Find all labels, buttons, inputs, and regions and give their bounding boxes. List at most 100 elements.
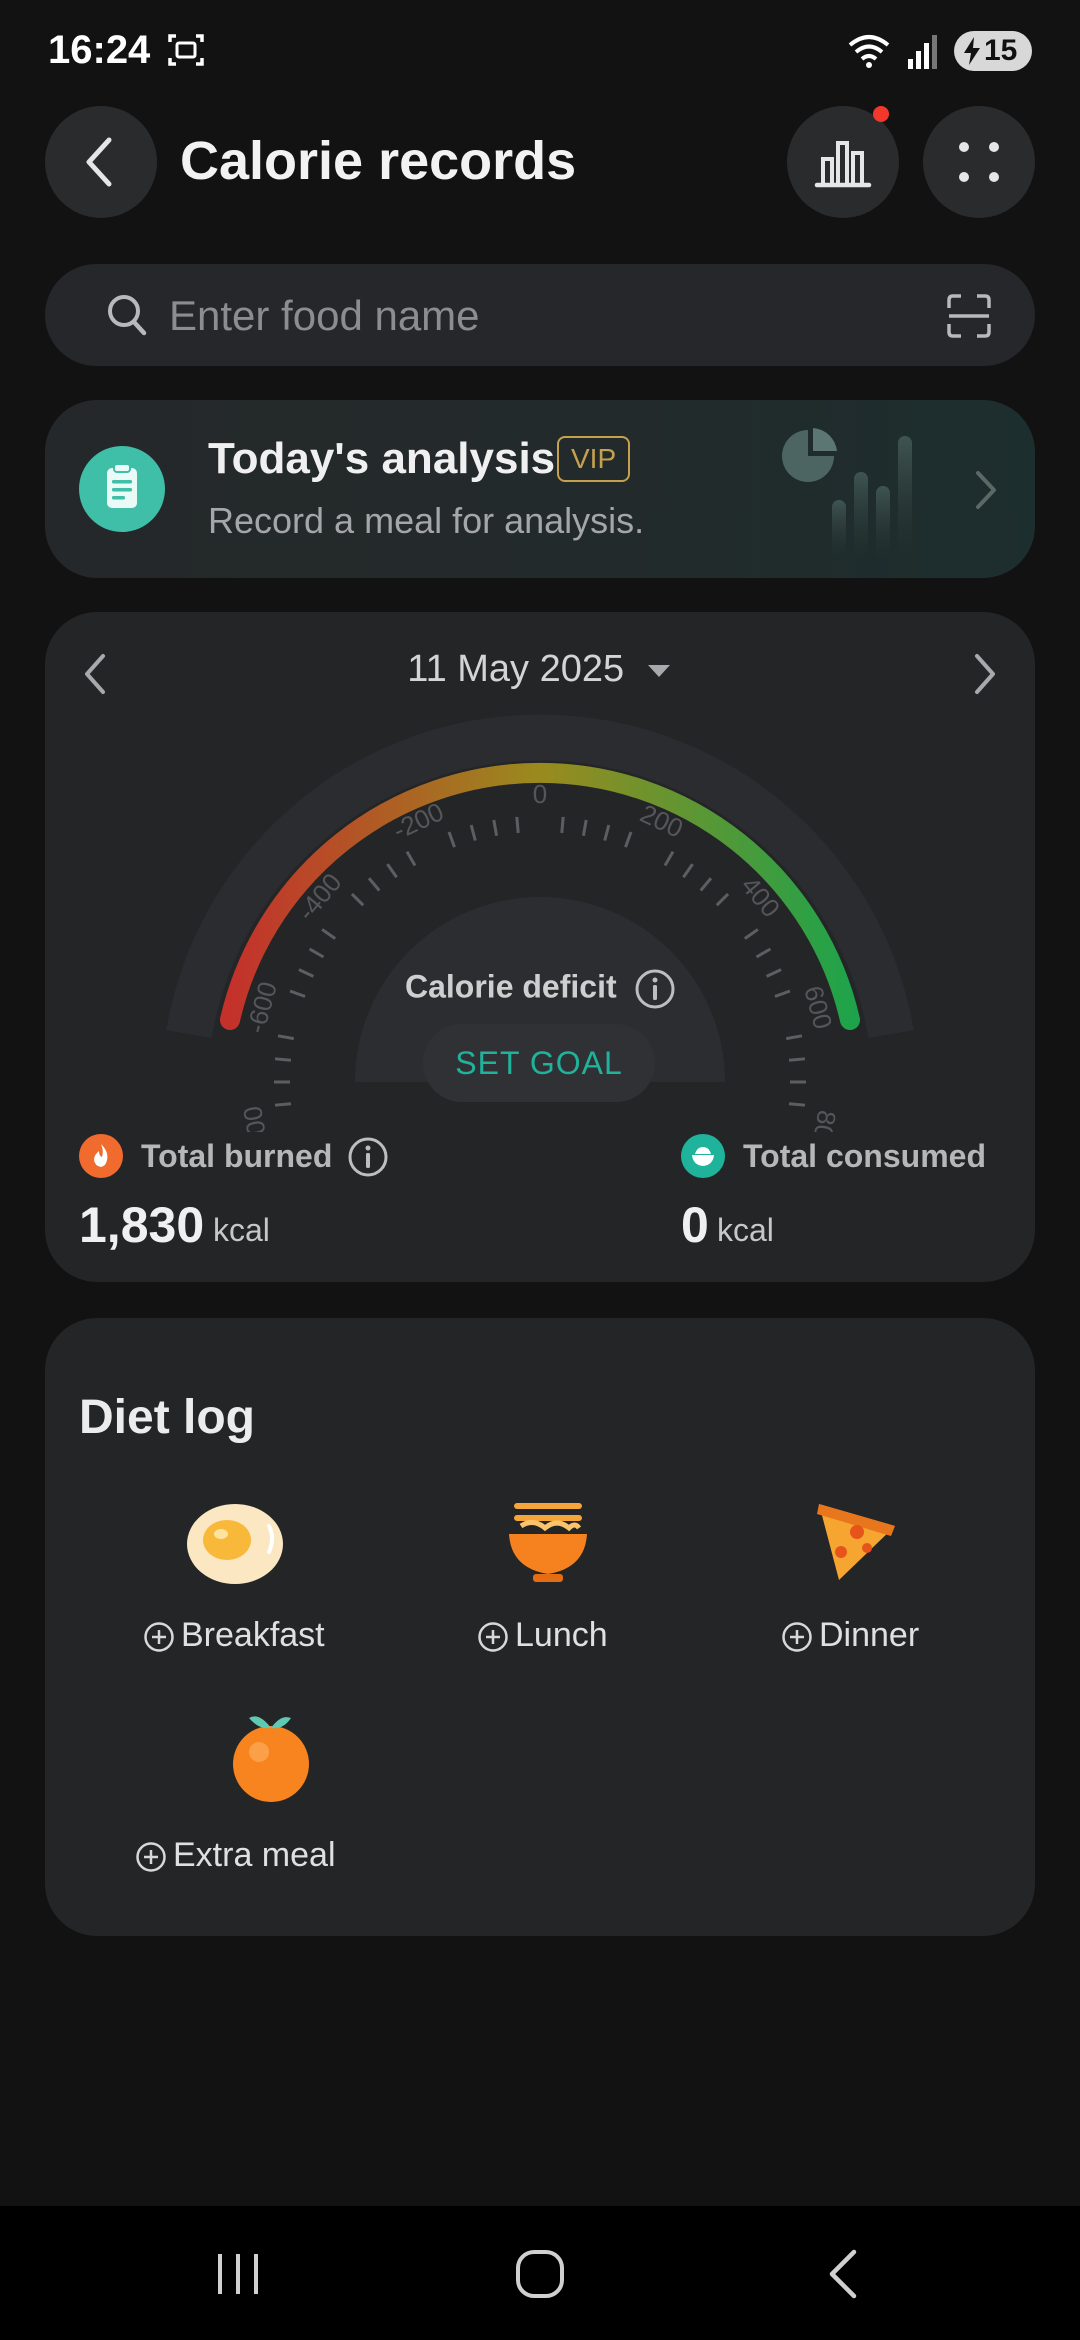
charging-icon: [964, 37, 980, 65]
meal-extra-text: Extra meal: [173, 1836, 336, 1874]
gauge-tick: [663, 850, 675, 867]
total-burned-text: Total burned: [141, 1138, 333, 1174]
orange-icon: [233, 1716, 309, 1802]
total-burned-value: 1,830: [79, 1197, 205, 1253]
system-nav-bar: [0, 2206, 1080, 2340]
vip-badge: VIP: [557, 436, 631, 482]
gauge-tick: [603, 824, 611, 841]
home-button[interactable]: [514, 2248, 566, 2300]
flame-icon: [79, 1134, 123, 1178]
gauge-tick: [788, 1102, 806, 1107]
screenshot-icon: [168, 34, 204, 66]
gauge-tick: [321, 928, 337, 940]
chevron-right-icon: [976, 471, 996, 509]
add-circle-icon: [136, 1842, 166, 1872]
meal-dinner-text: Dinner: [819, 1616, 920, 1654]
gauge-tick: [765, 968, 782, 978]
pizza-icon: [817, 1504, 895, 1580]
egg-icon: [187, 1504, 283, 1584]
gauge-tick-label: 0: [533, 779, 547, 809]
gauge-tick: [581, 819, 588, 837]
gauge-tick: [469, 824, 477, 841]
status-icons: 15: [846, 30, 1032, 72]
gauge-tick-label: -800: [237, 1104, 276, 1132]
meal-extra-label: Extra meal: [135, 1836, 336, 1875]
add-circle-icon: [478, 1622, 508, 1652]
gauge-tick: [274, 1057, 292, 1062]
gauge-tick: [289, 989, 306, 998]
gauge-tick: [367, 877, 381, 892]
analysis-illustration-icon: [782, 428, 912, 558]
page-title: Calorie records: [180, 131, 577, 191]
gauge-tick: [788, 1057, 806, 1062]
info-icon[interactable]: [347, 1136, 389, 1178]
gauge-tick: [682, 863, 694, 879]
gauge-tick: [277, 1034, 295, 1041]
gauge-tick: [405, 850, 417, 867]
battery-level: 15: [984, 34, 1018, 67]
noodle-bowl-icon: [509, 1503, 587, 1582]
gauge-tick: [699, 877, 713, 892]
gauge-tick: [774, 989, 791, 998]
gauge-tick: [274, 1102, 292, 1107]
meal-breakfast-text: Breakfast: [181, 1616, 325, 1654]
total-burned-unit: kcal: [213, 1212, 270, 1248]
gauge-tick: [624, 831, 633, 848]
chevron-left-icon: [86, 137, 112, 187]
calorie-deficit-label: Calorie deficit: [405, 968, 676, 1010]
meal-lunch[interactable]: Lunch: [477, 1496, 657, 1666]
gauge-tick: [743, 928, 759, 940]
back-button[interactable]: [45, 106, 157, 218]
meal-lunch-text: Lunch: [515, 1616, 608, 1654]
gauge-tick: [785, 1034, 803, 1041]
nav-back-button[interactable]: [824, 2248, 860, 2300]
recent-apps-button[interactable]: [214, 2250, 262, 2298]
battery-indicator: 15: [954, 31, 1032, 71]
gauge-tick: [715, 892, 730, 907]
meal-dinner[interactable]: Dinner: [781, 1496, 971, 1666]
analysis-title: Today's analysis: [208, 434, 556, 483]
gauge-tick: [560, 816, 565, 834]
calorie-gauge-card: 11 May 2025 -800-600-400-200020040060080…: [45, 612, 1035, 1282]
set-goal-button[interactable]: SET GOAL: [423, 1024, 655, 1102]
more-options-button[interactable]: [923, 106, 1035, 218]
gauge-tick: [308, 947, 325, 959]
search-input[interactable]: Enter food name: [169, 292, 480, 340]
diet-log-title: Diet log: [79, 1391, 255, 1444]
gauge-tick: [492, 819, 499, 837]
gauge-tick: [515, 816, 520, 834]
gauge-tick: [447, 831, 456, 848]
notification-dot: [873, 106, 889, 122]
gauge-tick: [350, 892, 365, 907]
meal-extra[interactable]: Extra meal: [135, 1708, 375, 1888]
info-icon[interactable]: [634, 968, 676, 1010]
gauge-tick: [298, 968, 315, 978]
gauge-tick: [755, 947, 772, 959]
add-circle-icon: [144, 1622, 174, 1652]
header: Calorie records: [0, 106, 1080, 222]
total-consumed-value: 0: [681, 1197, 709, 1253]
statistics-button[interactable]: [787, 106, 899, 218]
search-icon: [108, 295, 147, 336]
wifi-icon: [848, 35, 890, 68]
scan-icon[interactable]: [945, 292, 993, 340]
total-consumed-unit: kcal: [717, 1212, 774, 1248]
todays-analysis-card[interactable]: Today's analysis VIP Record a meal for a…: [45, 400, 1035, 578]
status-bar: 16:24 15: [0, 0, 1080, 100]
total-burned-label: Total burned: [141, 1138, 332, 1175]
food-search-bar[interactable]: Enter food name: [45, 264, 1035, 366]
signal-icon: [908, 35, 937, 69]
gauge-tick: [386, 863, 398, 879]
total-consumed-label: Total consumed: [743, 1138, 986, 1174]
meal-breakfast-label: Breakfast: [143, 1616, 325, 1655]
bar-chart-icon: [814, 141, 872, 188]
grid-dots-icon: [959, 142, 999, 182]
add-circle-icon: [782, 1622, 812, 1652]
calorie-deficit-text: Calorie deficit: [405, 968, 617, 1005]
meal-lunch-label: Lunch: [477, 1616, 608, 1655]
meal-breakfast[interactable]: Breakfast: [143, 1496, 353, 1666]
status-time: 16:24: [48, 28, 151, 72]
analysis-subtitle: Record a meal for analysis.: [208, 500, 645, 541]
rice-bowl-icon: [681, 1134, 725, 1178]
meal-dinner-label: Dinner: [781, 1616, 919, 1655]
